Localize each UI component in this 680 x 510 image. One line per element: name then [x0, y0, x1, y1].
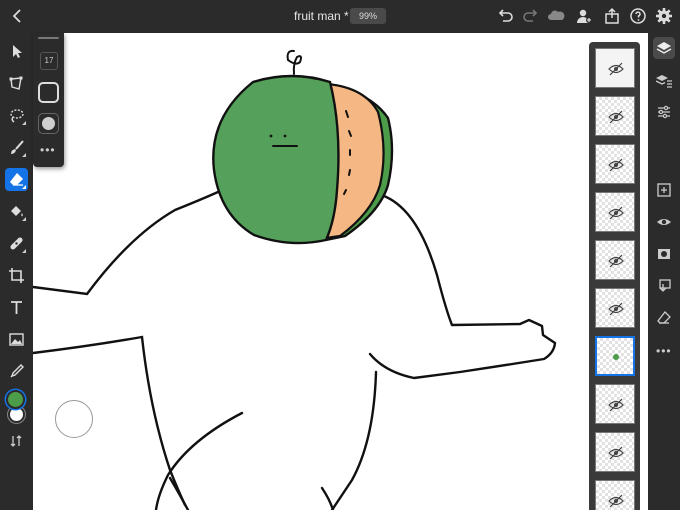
- layer-thumbnail[interactable]: [595, 48, 635, 88]
- brush-cursor: [55, 400, 93, 438]
- document-title[interactable]: fruit man *: [294, 9, 349, 23]
- share-icon[interactable]: [602, 6, 622, 26]
- mask-icon: [658, 249, 670, 259]
- transform-tool[interactable]: [5, 72, 28, 95]
- visibility-button[interactable]: [653, 211, 675, 233]
- eye-icon: [657, 219, 671, 225]
- selection-tool[interactable]: [5, 40, 28, 63]
- brush-size-value[interactable]: 17: [40, 52, 58, 70]
- hidden-eye-icon: [608, 254, 624, 268]
- layer-thumbnail[interactable]: [595, 192, 635, 232]
- brush-settings-flyout: 17 •••: [33, 33, 64, 167]
- merge-down-icon: [659, 279, 671, 292]
- mask-button[interactable]: [653, 243, 675, 265]
- flyout-grip[interactable]: [38, 37, 59, 39]
- crop-tool[interactable]: [5, 264, 28, 287]
- hidden-eye-icon: [608, 446, 624, 460]
- layer-thumbnail[interactable]: [595, 480, 635, 510]
- hidden-eye-icon: [608, 302, 624, 316]
- hidden-eye-icon: [608, 158, 624, 172]
- cloud-icon[interactable]: [546, 6, 566, 26]
- hidden-eye-icon: [608, 110, 624, 124]
- layer-thumbnail[interactable]: [595, 432, 635, 472]
- fill-tool[interactable]: [5, 200, 28, 223]
- more-options-button[interactable]: •••: [656, 344, 672, 358]
- artwork: [33, 49, 557, 510]
- primary-color-swatch[interactable]: [6, 390, 25, 409]
- left-toolbar: [0, 33, 33, 510]
- hidden-eye-icon: [608, 206, 624, 220]
- image-icon: [9, 333, 24, 346]
- brush-more-options[interactable]: •••: [40, 143, 56, 157]
- clear-layer-button[interactable]: [653, 307, 675, 329]
- transform-icon: [9, 76, 23, 90]
- layer-thumbnail[interactable]: [595, 240, 635, 280]
- sliders-icon: [658, 105, 670, 119]
- hidden-eye-icon: [608, 398, 624, 412]
- pointer-arrow-icon: [13, 45, 22, 58]
- layer-thumbnail[interactable]: [595, 96, 635, 136]
- image-tool[interactable]: [5, 328, 28, 351]
- invite-user-icon[interactable]: [574, 6, 594, 26]
- eraser-tool[interactable]: [5, 168, 28, 191]
- layer-properties-icon: [656, 75, 672, 88]
- brush-tool[interactable]: [5, 136, 28, 159]
- healing-tool[interactable]: [5, 232, 28, 255]
- right-panel: •••: [648, 33, 680, 510]
- layer-thumbnail[interactable]: [595, 384, 635, 424]
- brush-flow-button[interactable]: [38, 113, 59, 134]
- layer-thumbnail[interactable]: [595, 144, 635, 184]
- hidden-eye-icon: [608, 494, 624, 508]
- hidden-eye-icon: [608, 62, 624, 76]
- help-icon[interactable]: [628, 6, 648, 26]
- redo-icon[interactable]: [521, 6, 541, 26]
- crop-icon: [9, 268, 24, 283]
- brush-hardness-button[interactable]: [38, 82, 59, 103]
- merge-down-button[interactable]: [653, 275, 675, 297]
- layers-button[interactable]: [653, 37, 675, 59]
- layers-stack-icon: [656, 42, 672, 54]
- layer-thumbnail-selected[interactable]: [595, 336, 635, 376]
- add-layer-icon: [657, 183, 671, 197]
- eraser-layer-icon: [657, 311, 671, 324]
- eyedropper-tool[interactable]: [5, 360, 28, 383]
- drawing-canvas[interactable]: [33, 33, 648, 510]
- layer-properties-button[interactable]: [653, 69, 675, 91]
- add-layer-button[interactable]: [653, 179, 675, 201]
- layer-content-dot: [613, 354, 619, 360]
- eyedropper-icon: [10, 364, 24, 378]
- app-window: fruit man * 99% 17 ••• •••: [0, 0, 680, 510]
- lasso-tool[interactable]: [5, 104, 28, 127]
- adjustments-button[interactable]: [653, 101, 675, 123]
- back-chevron-icon[interactable]: [8, 6, 28, 26]
- layer-thumbnail[interactable]: [595, 288, 635, 328]
- zoom-level[interactable]: 99%: [350, 8, 386, 24]
- swap-colors-icon[interactable]: [9, 434, 23, 448]
- type-tool[interactable]: [5, 296, 28, 319]
- layers-panel: [589, 42, 640, 510]
- settings-gear-icon[interactable]: [654, 6, 674, 26]
- type-t-icon: [11, 301, 22, 314]
- undo-icon[interactable]: [495, 6, 515, 26]
- top-bar: fruit man * 99%: [0, 0, 680, 33]
